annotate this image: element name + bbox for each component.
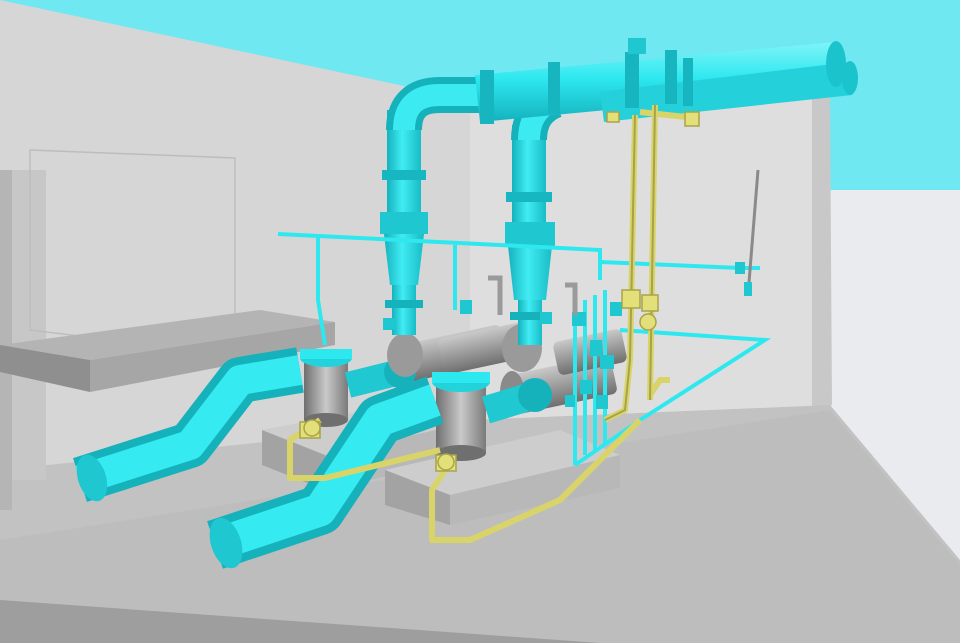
discharge-column-1 — [380, 110, 428, 335]
left-wall-post — [10, 170, 46, 480]
strainer-1 — [300, 349, 352, 427]
pump-casing-1 — [387, 333, 423, 377]
right-wall-edge — [812, 95, 832, 415]
pump-room-scene — [0, 0, 960, 643]
pump-room-render — [0, 0, 960, 643]
